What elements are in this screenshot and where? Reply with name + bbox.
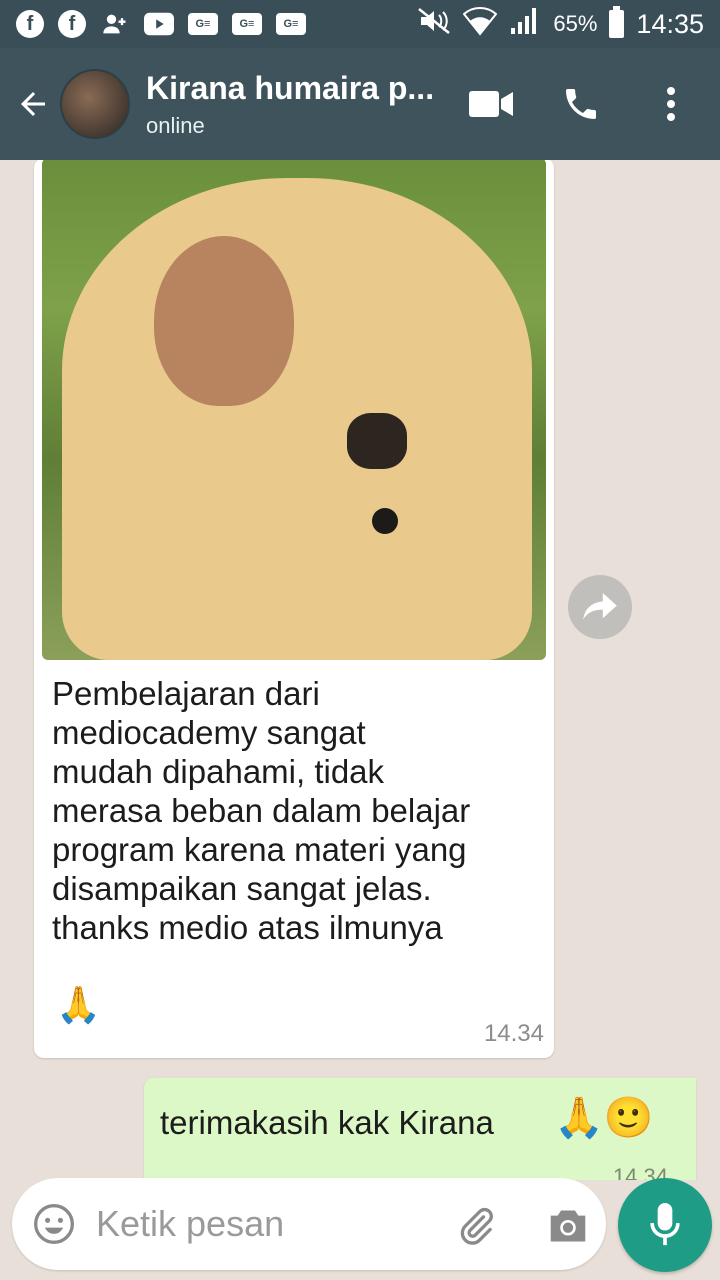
notification-icons: f f G≡ G≡ G≡ bbox=[16, 9, 306, 39]
message-emoji: 🙏 bbox=[56, 985, 101, 1026]
message-input[interactable] bbox=[96, 1194, 426, 1254]
message-time: 14.34 bbox=[483, 1020, 544, 1047]
ge-icon: G≡ bbox=[188, 13, 218, 35]
outgoing-emoji: 🙏🙂 bbox=[554, 1095, 654, 1141]
chat-header: Kirana humaira p... online bbox=[0, 48, 720, 160]
camera-icon bbox=[550, 1210, 586, 1242]
ge-icon: G≡ bbox=[232, 13, 262, 35]
microphone-icon bbox=[650, 1203, 680, 1246]
chat-area[interactable]: Pembelajaran dari mediocademy sangat mud… bbox=[0, 160, 720, 1180]
emoji-button[interactable] bbox=[30, 1200, 78, 1248]
youtube-icon bbox=[144, 9, 174, 39]
paperclip-icon bbox=[460, 1207, 493, 1245]
battery-icon bbox=[609, 6, 625, 38]
signal-icon bbox=[509, 6, 541, 43]
facebook-icon: f bbox=[58, 10, 86, 38]
clock: 14:35 bbox=[636, 8, 704, 39]
message-composer bbox=[0, 1176, 720, 1280]
voice-record-button[interactable] bbox=[618, 1178, 712, 1272]
photo-subject bbox=[62, 178, 532, 660]
photo-brooch bbox=[347, 413, 407, 469]
input-pill bbox=[12, 1178, 606, 1270]
avatar[interactable] bbox=[60, 69, 130, 139]
contact-status: online bbox=[146, 112, 205, 138]
battery-percentage: 65% bbox=[553, 11, 598, 36]
wifi-icon bbox=[463, 6, 498, 43]
incoming-message[interactable]: Pembelajaran dari mediocademy sangat mud… bbox=[34, 160, 554, 1058]
message-caption: Pembelajaran dari mediocademy sangat mud… bbox=[52, 675, 471, 946]
video-call-button[interactable] bbox=[466, 79, 516, 129]
more-options-button[interactable] bbox=[646, 79, 696, 129]
contact-name: Kirana humaira p... bbox=[146, 69, 435, 106]
facebook-icon: f bbox=[16, 10, 44, 38]
outgoing-text: terimakasih kak Kirana bbox=[160, 1104, 494, 1141]
ge-icon: G≡ bbox=[276, 13, 306, 35]
contact-info[interactable]: Kirana humaira p... online bbox=[146, 70, 446, 139]
voice-call-button[interactable] bbox=[556, 79, 606, 129]
photo-bead bbox=[372, 508, 398, 534]
arrow-left-icon bbox=[21, 92, 45, 116]
attach-button[interactable] bbox=[450, 1200, 502, 1252]
camera-button[interactable] bbox=[542, 1200, 594, 1252]
mute-icon bbox=[417, 7, 451, 42]
message-photo[interactable] bbox=[42, 160, 546, 660]
add-user-icon bbox=[100, 9, 130, 39]
outgoing-message[interactable]: terimakasih kak Kirana 🙏🙂 14.34 bbox=[144, 1078, 696, 1180]
status-bar: f f G≡ G≡ G≡ 65% 14:35 bbox=[0, 0, 720, 48]
more-vertical-icon bbox=[667, 87, 675, 121]
forward-button[interactable] bbox=[568, 575, 632, 639]
back-button[interactable] bbox=[8, 74, 58, 134]
video-camera-icon bbox=[469, 91, 513, 117]
smiley-icon bbox=[34, 1204, 74, 1244]
photo-face bbox=[154, 236, 294, 406]
forward-icon bbox=[583, 593, 617, 620]
phone-icon bbox=[566, 89, 596, 119]
